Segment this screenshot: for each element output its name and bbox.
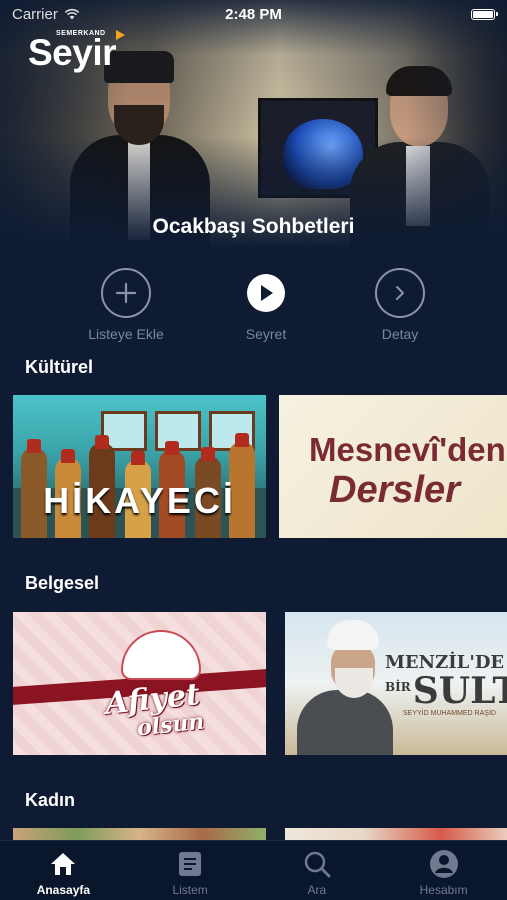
carousel-kulturel[interactable]: HİKAYECİ Mesnevî'den Dersler	[13, 395, 507, 538]
tab-label: Anasayfa	[36, 883, 91, 897]
tab-label: Ara	[307, 883, 327, 897]
battery-icon	[471, 8, 498, 20]
status-bar: Carrier 2:48 PM	[0, 0, 507, 28]
home-icon	[47, 848, 79, 880]
content-card-hikayeci[interactable]: HİKAYECİ	[13, 395, 266, 538]
content-card-mesnevi[interactable]: Mesnevî'den Dersler	[279, 395, 507, 538]
carousel-belgesel[interactable]: Afiyet olsun MENZİL'DE BİRSULTAN SEYYİD …	[13, 612, 507, 755]
search-icon	[301, 848, 333, 880]
play-icon	[247, 274, 285, 312]
tab-anasayfa[interactable]: Anasayfa	[0, 841, 127, 900]
tab-listem[interactable]: Listem	[127, 841, 254, 900]
chevron-right-icon	[375, 268, 425, 318]
detail-button[interactable]: Detay	[340, 268, 460, 342]
add-to-list-label: Listeye Ekle	[88, 326, 164, 342]
card-title-line2: BİRSULTAN	[385, 670, 507, 712]
logo-play-icon	[116, 30, 125, 40]
hero-actions: Listeye Ekle Seyret Detay	[0, 268, 507, 344]
tab-bar: Anasayfa Listem Ara Hesabım	[0, 840, 507, 900]
tab-label: Hesabım	[419, 883, 468, 897]
hero-title: Ocakbaşı Sohbetleri	[152, 215, 355, 238]
detail-label: Detay	[381, 326, 419, 342]
account-icon	[428, 848, 460, 880]
card-title-line1: Mesnevî'den	[309, 431, 506, 468]
logo-brand-big: Seyir	[28, 32, 117, 73]
section-title-kulturel: Kültürel	[25, 357, 94, 377]
card-title: HİKAYECİ	[43, 480, 236, 521]
list-icon	[174, 848, 206, 880]
card-portrait	[297, 620, 393, 755]
watch-button[interactable]: Seyret	[206, 268, 326, 342]
tab-label: Listem	[172, 883, 208, 897]
card-title-line2: olsun	[135, 708, 206, 742]
content-card-afiyet-olsun[interactable]: Afiyet olsun	[13, 612, 266, 755]
section-title-belgesel: Belgesel	[25, 573, 100, 593]
status-time: 2:48 PM	[225, 5, 282, 23]
tab-ara[interactable]: Ara	[254, 841, 381, 900]
plus-icon	[101, 268, 151, 318]
card-subtitle: SEYYİD MUHAMMED RAŞİD	[403, 710, 496, 717]
chef-hat-illustration	[121, 630, 201, 680]
tab-hesabim[interactable]: Hesabım	[380, 841, 507, 900]
card-title-line2: Dersler	[329, 469, 460, 511]
watch-label: Seyret	[245, 326, 287, 342]
content-card-menzilde-bir-sultan[interactable]: MENZİL'DE BİRSULTAN SEYYİD MUHAMMED RAŞİ…	[285, 612, 507, 755]
section-title-kadin: Kadın	[25, 790, 76, 810]
add-to-list-button[interactable]: Listeye Ekle	[66, 268, 186, 342]
